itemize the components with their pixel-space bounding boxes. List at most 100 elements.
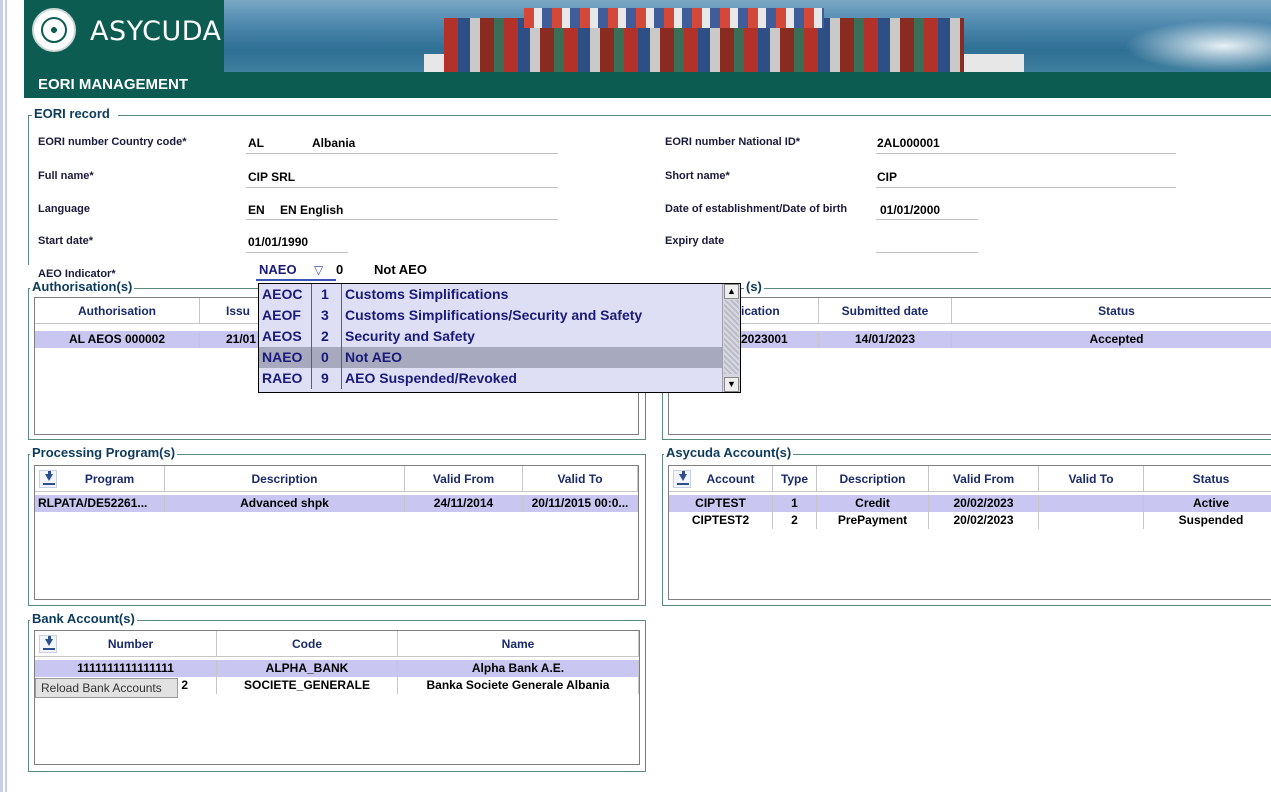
left-edge-bar <box>0 0 3 792</box>
language-code-field[interactable]: EN <box>248 203 265 217</box>
app-header: ASYCUDA <box>24 0 1271 72</box>
column-header[interactable]: Number <box>35 631 217 657</box>
option-desc: Customs Simplifications <box>345 286 509 302</box>
column-header[interactable]: Valid To <box>1039 466 1144 492</box>
option-num: 9 <box>321 370 329 386</box>
download-icon[interactable] <box>39 635 57 653</box>
column-header[interactable]: Type <box>773 466 817 492</box>
short-name-field[interactable]: CIP <box>877 170 897 184</box>
aeo-desc-field: Not AEO <box>374 262 427 277</box>
dropdown-option[interactable]: AEOF 3 Customs Simplifications/Security … <box>259 305 723 326</box>
field-underline <box>876 153 1176 154</box>
country-name-field: Albania <box>312 136 356 150</box>
option-desc: Not AEO <box>345 349 403 365</box>
table-cell: 20/02/2023 <box>929 495 1039 512</box>
column-header[interactable]: Status <box>1144 466 1271 492</box>
table-cell: 20/11/2015 00:0... <box>523 495 638 512</box>
download-icon[interactable] <box>39 470 57 488</box>
table-cell: PrePayment <box>817 512 929 529</box>
start-date-field[interactable]: 01/01/1990 <box>248 235 308 249</box>
field-underline <box>246 219 558 220</box>
column-header[interactable]: Description <box>165 466 405 492</box>
table-cell: Suspended <box>1144 512 1271 529</box>
field-underline <box>246 187 558 188</box>
establishment-date-field[interactable]: 01/01/2000 <box>880 203 940 217</box>
option-desc: AEO Suspended/Revoked <box>345 370 517 386</box>
table-cell: Accepted <box>952 331 1271 348</box>
table-cell <box>1039 512 1144 529</box>
column-header[interactable]: Submitted date <box>819 298 952 324</box>
download-icon[interactable] <box>673 470 691 488</box>
divider <box>28 115 29 265</box>
table-row[interactable]: CIPTEST 1 Credit 20/02/2023 Active <box>669 495 1271 512</box>
option-num: 2 <box>321 328 329 344</box>
table-cell: Alpha Bank A.E. <box>398 660 639 677</box>
option-code: AEOC <box>262 286 303 302</box>
scroll-down-icon[interactable]: ▼ <box>724 377 739 392</box>
language-name-field: EN English <box>280 203 344 217</box>
table-cell: CIPTEST2 <box>669 512 773 529</box>
column-header[interactable]: Code <box>217 631 398 657</box>
option-code: AEOF <box>262 307 301 323</box>
country-code-field[interactable]: AL <box>248 136 264 150</box>
table-cell: 2 <box>773 512 817 529</box>
option-code: RAEO <box>262 370 303 386</box>
short-name-label: Short name* <box>665 170 730 182</box>
dropdown-option[interactable]: RAEO 9 AEO Suspended/Revoked <box>259 368 723 389</box>
table-cell: 1111111111111111 <box>35 660 217 677</box>
app-title: ASYCUDA <box>90 16 222 47</box>
table-cell: RLPATA/DE52261... <box>35 495 165 512</box>
processing-table: Program Description Valid From Valid To … <box>34 465 639 600</box>
start-date-label: Start date* <box>38 235 94 247</box>
full-name-field[interactable]: CIP SRL <box>248 170 295 184</box>
dropdown-option-selected[interactable]: NAEO 0 Not AEO <box>259 347 723 368</box>
table-row[interactable]: CIPTEST2 2 PrePayment 20/02/2023 Suspend… <box>669 512 1271 529</box>
divider <box>118 115 1271 116</box>
column-header[interactable]: Name <box>398 631 639 657</box>
column-header[interactable]: Valid From <box>929 466 1039 492</box>
column-header[interactable]: Status <box>952 298 1271 324</box>
column-header[interactable]: Authorisation <box>35 298 200 324</box>
column-header[interactable]: Valid From <box>405 466 523 492</box>
column-header[interactable]: Description <box>817 466 929 492</box>
table-cell: SOCIETE_GENERALE <box>217 677 398 694</box>
field-underline <box>876 252 978 253</box>
option-num: 1 <box>321 286 329 302</box>
aeo-dropdown-list[interactable]: AEOC 1 Customs Simplifications AEOF 3 Cu… <box>258 283 741 393</box>
table-row[interactable]: RLPATA/DE52261... Advanced shpk 24/11/20… <box>35 495 638 512</box>
scroll-up-icon[interactable]: ▲ <box>724 284 739 299</box>
dropdown-option[interactable]: AEOC 1 Customs Simplifications <box>259 284 723 305</box>
applications-title: (s) <box>744 279 764 294</box>
eori-record-title: EORI record <box>32 106 112 121</box>
un-emblem-icon <box>32 8 76 52</box>
aeo-code-field[interactable]: NAEO <box>259 262 297 277</box>
dropdown-scrollbar[interactable]: ▲ ▼ <box>722 284 740 392</box>
table-cell: AL AEOS 000002 <box>35 331 200 348</box>
aeo-num-field: 0 <box>336 262 344 277</box>
scroll-thumb[interactable] <box>724 300 739 374</box>
country-code-label: EORI number Country code* <box>38 136 187 148</box>
authorisations-title: Authorisation(s) <box>30 279 135 294</box>
triangle-down-icon[interactable]: ▽ <box>314 263 323 277</box>
table-cell: CIPTEST <box>669 495 773 512</box>
table-row[interactable]: 1111111111111111 ALPHA_BANK Alpha Bank A… <box>35 660 639 677</box>
dropdown-option[interactable]: AEOS 2 Security and Safety <box>259 326 723 347</box>
option-desc: Customs Simplifications/Security and Saf… <box>345 307 643 323</box>
national-id-label: EORI number National ID* <box>665 136 801 148</box>
accounts-title: Asycuda Account(s) <box>664 445 794 460</box>
full-name-label: Full name* <box>38 170 94 182</box>
field-underline <box>876 219 978 220</box>
option-num: 0 <box>321 349 329 365</box>
section-bar: EORI MANAGEMENT <box>24 72 1271 98</box>
table-row[interactable]: 2023001 14/01/2023 Accepted <box>669 331 1271 348</box>
option-code: NAEO <box>262 349 303 365</box>
left-edge-bar-2 <box>5 0 7 792</box>
table-cell <box>1039 495 1144 512</box>
establishment-date-label: Date of establishment/Date of birth <box>665 203 848 215</box>
national-id-field[interactable]: 2AL000001 <box>877 136 940 150</box>
field-underline <box>246 252 348 253</box>
expiry-date-label: Expiry date <box>665 235 725 247</box>
column-header[interactable]: Valid To <box>523 466 638 492</box>
table-cell: Advanced shpk <box>165 495 405 512</box>
table-cell: ALPHA_BANK <box>217 660 398 677</box>
